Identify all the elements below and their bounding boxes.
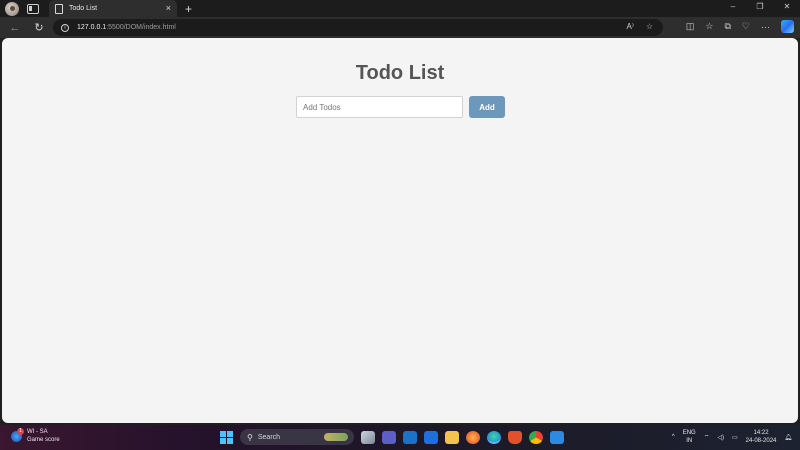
start-icon[interactable]	[220, 430, 233, 444]
taskbar: 1 WI - SA Game score ⚲ Search ^ ENG IN ⌔	[0, 425, 800, 450]
clock-date: 24-08-2024	[745, 438, 777, 444]
window-controls: – ❐ ✕	[728, 2, 792, 11]
weather-widget[interactable]: 1 WI - SA Game score	[11, 427, 60, 444]
clock[interactable]: 14:22 24-08-2024	[746, 429, 777, 445]
language-indicator[interactable]: ENG IN	[683, 429, 696, 445]
browser-toolbar: ← ↻ i 127.0.0.1 :5500/DOM/index.html A⁾ …	[0, 17, 800, 38]
notification-badge: 1	[17, 427, 24, 435]
tab-todo-list[interactable]: Todo List ×	[49, 0, 177, 17]
widget-icon: 1	[11, 427, 24, 442]
favorites-icon[interactable]: ☆	[705, 21, 713, 32]
read-aloud-icon[interactable]: A⁾	[627, 22, 634, 31]
task-view-icon[interactable]	[361, 430, 375, 444]
taskbar-search[interactable]: ⚲ Search	[240, 429, 354, 445]
region-code: IN	[686, 438, 693, 444]
battery-icon[interactable]: ▭	[732, 434, 738, 441]
address-bar[interactable]: i 127.0.0.1 :5500/DOM/index.html A⁾ ☆	[53, 19, 663, 36]
profile-avatar[interactable]	[5, 1, 19, 16]
site-info-icon[interactable]: i	[61, 23, 69, 32]
close-window-button[interactable]: ✕	[782, 2, 792, 11]
search-label: Search	[257, 433, 281, 441]
url-host: 127.0.0.1	[77, 24, 107, 31]
browser-tab-strip: Todo List × + – ❐ ✕	[0, 0, 800, 17]
back-button[interactable]: ←	[8, 22, 22, 34]
address-bar-actions: A⁾ ☆	[627, 22, 653, 31]
widget-subtitle: Game score	[27, 437, 60, 443]
search-highlight-icon	[324, 433, 348, 441]
edge-icon[interactable]	[487, 430, 501, 444]
file-explorer-icon[interactable]	[445, 430, 459, 444]
clock-time: 14:22	[753, 430, 769, 436]
browser-essentials-icon[interactable]: ♡	[742, 21, 750, 32]
page-viewport: Todo List Add	[2, 38, 798, 423]
minimize-button[interactable]: –	[728, 2, 738, 11]
search-icon: ⚲	[247, 432, 253, 442]
system-tray: ^ ENG IN ⌔ ◁) ▭ 14:22 24-08-2024 🔔︎	[672, 429, 792, 445]
reload-button[interactable]: ↻	[32, 21, 46, 34]
todo-form: Add	[296, 96, 505, 118]
page-icon	[55, 3, 63, 14]
vscode-icon[interactable]	[550, 430, 564, 444]
widget-text: WI - SA Game score	[27, 428, 60, 444]
page-title: Todo List	[355, 62, 445, 84]
dropbox-icon[interactable]	[424, 430, 438, 444]
outlook-icon[interactable]	[403, 430, 417, 444]
notification-bell-icon[interactable]: 🔔︎	[784, 434, 792, 441]
tab-close-icon[interactable]: ×	[166, 4, 171, 13]
tab-title: Todo List	[69, 5, 98, 12]
teams-icon[interactable]	[382, 430, 396, 444]
toolbar-icons: ◫ ☆ ⧉ ♡ ···	[686, 20, 794, 33]
brave-icon[interactable]	[508, 430, 522, 444]
firefox-icon[interactable]	[466, 430, 480, 444]
split-screen-icon[interactable]: ◫	[686, 21, 695, 32]
url-path: :5500/DOM/index.html	[106, 24, 176, 31]
taskbar-apps: ⚲ Search	[220, 429, 564, 445]
language-code: ENG	[682, 430, 696, 436]
more-menu-icon[interactable]: ···	[761, 22, 770, 32]
copilot-icon[interactable]	[781, 20, 794, 33]
collections-icon[interactable]: ⧉	[724, 21, 730, 32]
new-tab-button[interactable]: +	[185, 3, 192, 15]
chrome-icon[interactable]	[529, 430, 543, 444]
tab-actions-icon[interactable]	[27, 3, 39, 14]
tray-overflow-icon[interactable]: ^	[672, 434, 675, 440]
favorite-star-icon[interactable]: ☆	[646, 22, 653, 31]
todo-input[interactable]	[296, 96, 463, 118]
add-button[interactable]: Add	[469, 96, 505, 118]
volume-icon[interactable]: ◁)	[717, 434, 724, 441]
avatar-icon	[9, 6, 15, 11]
widget-title: WI - SA	[27, 429, 48, 435]
wifi-icon[interactable]: ⌔	[704, 433, 710, 441]
restore-button[interactable]: ❐	[755, 2, 765, 11]
